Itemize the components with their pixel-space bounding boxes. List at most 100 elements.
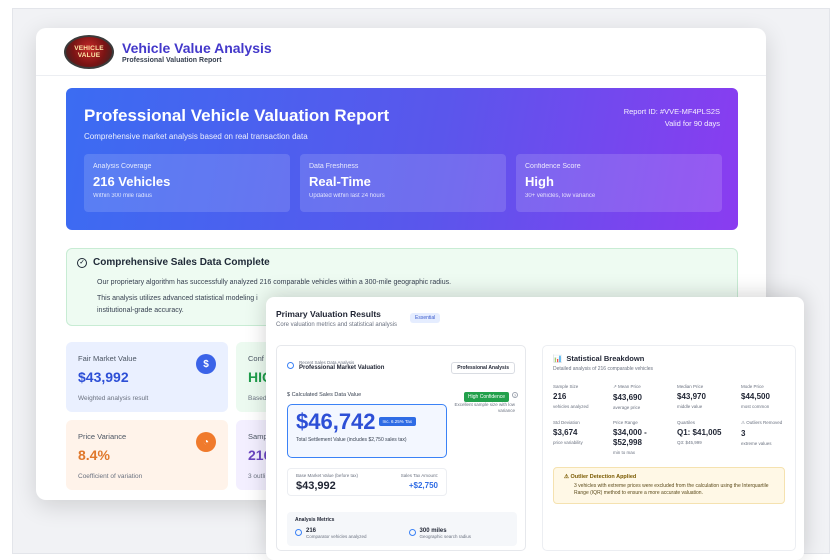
base-market-box: Base Market Value (before tax) $43,992 S…: [287, 468, 447, 496]
stat-price-range: Price Range $34,000 - $52,998 min to max: [613, 420, 677, 455]
cell-note: vehicles analyzed: [553, 404, 589, 409]
stat-note: Within 300 mile radius: [93, 193, 153, 199]
stats-grid: Sample Size 216 vehicles analyzed ↗ Mean P…: [553, 384, 785, 455]
app-header: VEHICLE VALUE Vehicle Value Analysis Pro…: [36, 28, 766, 76]
stat-mean-price: ↗ Mean Price $43,690 average price: [613, 384, 677, 410]
brand-logo[interactable]: VEHICLE VALUE: [64, 34, 114, 69]
stat-value: Real-Time: [309, 174, 371, 189]
report-id-text: Report ID: #VVE-MF4PLS2S: [623, 107, 720, 116]
cell-label: Std Deviation: [553, 420, 580, 425]
cell-note: average price: [613, 405, 641, 410]
stat-label: Data Freshness: [309, 163, 359, 170]
metric-value: $43,992: [78, 369, 129, 385]
help-icon[interactable]: ?: [512, 392, 518, 398]
metric-note: Weighted analysis result: [78, 395, 149, 402]
cell-label: Mode Price: [741, 384, 764, 389]
outlier-detection-notice: ⚠ Outlier Detection Applied 3 vehicles w…: [553, 467, 785, 504]
primary-valuation-window: Primary Valuation Results Core valuation…: [266, 297, 804, 560]
professional-analysis-badge: Professional Analysis: [451, 362, 515, 374]
stat-std-deviation: Std Deviation $3,674 price variability: [553, 420, 613, 455]
cell-value: $44,500: [741, 392, 770, 401]
cell-label: Price Range: [613, 420, 638, 425]
circle-icon: [408, 529, 416, 536]
stat-mode-price: Mode Price $44,500 most common: [741, 384, 801, 410]
breakdown-title: Statistical Breakdown: [566, 354, 645, 363]
tax-included-badge: Inc. 6.25% Tax: [378, 417, 416, 426]
analysis-metrics-title: Analysis Metrics: [295, 517, 335, 523]
app-subtitle: Professional Valuation Report: [122, 56, 222, 64]
primary-subtitle: Core valuation metrics and statistical a…: [276, 322, 398, 328]
app-title: Vehicle Value Analysis: [122, 39, 272, 56]
outlier-text: 3 vehicles with extreme prices were excl…: [574, 483, 769, 496]
cell-note: price variability: [553, 440, 583, 445]
stat-value: High: [525, 174, 554, 189]
metric-desc: Comparator vehicles analyzed: [306, 534, 367, 539]
report-id: Report ID: #VVE-MF4PLS2S Valid for 90 da…: [624, 106, 720, 130]
circle-icon: [295, 529, 302, 536]
stat-value: 216 Vehicles: [93, 174, 171, 189]
stat-note: Updated within last 24 hours: [309, 193, 385, 199]
sales-tax-label: Sales Tax Amount:: [400, 473, 438, 478]
stat-analysis-coverage: Analysis Coverage 216 Vehicles Within 30…: [84, 154, 290, 212]
cell-note: most common: [741, 404, 770, 409]
cell-note: middle value: [677, 404, 703, 409]
report-title: Professional Vehicle Valuation Report: [84, 106, 390, 125]
stat-median-price: Median Price $43,970 middle value: [677, 384, 741, 410]
report-validity: Valid for 90 days: [664, 119, 720, 128]
banner-line-1: Our proprietary algorithm has successful…: [97, 279, 452, 286]
stat-quartiles: Quartiles Q1: $41,005 Q3: $45,999: [677, 420, 741, 455]
high-confidence-badge: High Confidence: [464, 392, 509, 402]
stat-confidence-score: Confidence Score High 30+ vehicles, low …: [516, 154, 722, 212]
cell-value: $3,674: [553, 428, 578, 437]
metric-value: 8.4%: [78, 447, 110, 463]
bar-chart-icon: 📊: [553, 354, 563, 363]
stat-label: Analysis Coverage: [93, 163, 152, 170]
cell-value: $43,690: [613, 393, 642, 402]
cell-value: 216: [553, 392, 567, 401]
market-valuation-card: Recent Sales Data Analysis Professional …: [276, 345, 526, 551]
breakdown-subtitle: Detailed analysis of 216 comparable vehi…: [553, 366, 654, 372]
metric-note: Coefficient of variation: [78, 473, 143, 480]
metric-vehicles: 216 Comparator vehicles analyzed: [295, 528, 367, 539]
dollar-icon: $: [196, 354, 216, 374]
settlement-note: Total Settlement Value (includes $2,750 …: [296, 437, 407, 443]
report-hero: Professional Vehicle Valuation Report Co…: [66, 88, 738, 230]
logo-text: VEHICLE VALUE: [74, 44, 104, 59]
cell-label: ⚠ Outliers Removed: [741, 420, 783, 425]
statistical-breakdown-card: 📊 Statistical Breakdown Detailed analysis…: [542, 345, 796, 551]
cell-label: ↗ Mean Price: [613, 384, 641, 389]
analysis-metrics: Analysis Metrics 216 Comparator vehicles …: [287, 512, 517, 546]
cell-value: $34,000 - $52,998: [613, 428, 647, 447]
cell-value: $43,970: [677, 392, 706, 401]
outlier-title: Outlier Detection Applied: [570, 474, 637, 480]
calculated-value-label: $ Calculated Sales Data Value: [287, 392, 362, 398]
cell-note: min to max: [613, 450, 636, 455]
cell-note: extreme values: [741, 441, 772, 446]
cell-note: Q3: $45,999: [677, 440, 702, 445]
metric-radius: 300 miles Geographic search radius: [408, 528, 472, 539]
primary-title: Primary Valuation Results: [276, 309, 381, 319]
confidence-note: Excellent sample size with low variance: [454, 402, 515, 413]
settlement-value-box: $46,742 Inc. 6.25% Tax Total Settlement V…: [287, 404, 447, 458]
sales-tax-value: +$2,750: [408, 481, 438, 490]
report-subtitle: Comprehensive market analysis based on r…: [84, 132, 308, 141]
fair-market-value-card: Fair Market Value $43,992 Weighted analy…: [66, 342, 228, 412]
circle-icon: [287, 362, 294, 369]
stat-sample-size: Sample Size 216 vehicles analyzed: [553, 384, 613, 410]
settlement-value: $46,742: [296, 409, 376, 434]
banner-title: Comprehensive Sales Data Complete: [93, 257, 270, 268]
cell-label: Median Price: [677, 384, 704, 389]
valuation-title: Professional Market Valuation: [299, 365, 385, 371]
cell-label: Sample Size: [553, 384, 579, 389]
price-variance-card: Price Variance 8.4% Coefficient of varia…: [66, 420, 228, 490]
cell-label: Quartiles: [677, 420, 696, 425]
essential-badge: Essential: [410, 313, 441, 323]
cell-value: 3: [741, 429, 746, 438]
stat-label: Confidence Score: [525, 163, 581, 170]
stat-data-freshness: Data Freshness Real-Time Updated within …: [300, 154, 506, 212]
metric-desc: Geographic search radius: [419, 534, 472, 539]
gauge-icon: ◔: [196, 432, 216, 452]
cell-value: Q1: $41,005: [677, 428, 722, 437]
stat-note: 30+ vehicles, low variance: [525, 193, 596, 199]
stat-outliers-removed: ⚠ Outliers Removed 3 extreme values: [741, 420, 801, 455]
